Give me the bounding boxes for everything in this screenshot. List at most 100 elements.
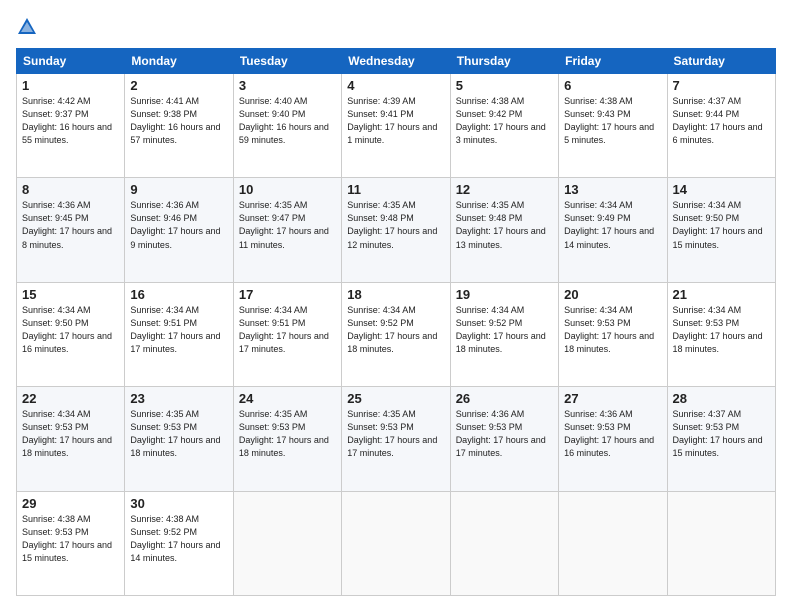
- calendar-cell: [233, 491, 341, 595]
- day-number: 26: [456, 391, 553, 406]
- day-number: 8: [22, 182, 119, 197]
- day-number: 25: [347, 391, 444, 406]
- day-number: 10: [239, 182, 336, 197]
- day-info: Sunrise: 4:38 AMSunset: 9:42 PMDaylight:…: [456, 96, 546, 145]
- day-info: Sunrise: 4:36 AMSunset: 9:46 PMDaylight:…: [130, 200, 220, 249]
- calendar-cell: 2 Sunrise: 4:41 AMSunset: 9:38 PMDayligh…: [125, 74, 233, 178]
- week-row-3: 15 Sunrise: 4:34 AMSunset: 9:50 PMDaylig…: [17, 282, 776, 386]
- day-info: Sunrise: 4:42 AMSunset: 9:37 PMDaylight:…: [22, 96, 112, 145]
- col-header-wednesday: Wednesday: [342, 49, 450, 74]
- calendar-cell: 29 Sunrise: 4:38 AMSunset: 9:53 PMDaylig…: [17, 491, 125, 595]
- day-info: Sunrise: 4:36 AMSunset: 9:53 PMDaylight:…: [564, 409, 654, 458]
- day-info: Sunrise: 4:35 AMSunset: 9:48 PMDaylight:…: [347, 200, 437, 249]
- day-info: Sunrise: 4:34 AMSunset: 9:51 PMDaylight:…: [130, 305, 220, 354]
- day-info: Sunrise: 4:34 AMSunset: 9:52 PMDaylight:…: [456, 305, 546, 354]
- day-info: Sunrise: 4:34 AMSunset: 9:53 PMDaylight:…: [564, 305, 654, 354]
- day-number: 1: [22, 78, 119, 93]
- calendar-cell: 15 Sunrise: 4:34 AMSunset: 9:50 PMDaylig…: [17, 282, 125, 386]
- week-row-5: 29 Sunrise: 4:38 AMSunset: 9:53 PMDaylig…: [17, 491, 776, 595]
- day-info: Sunrise: 4:34 AMSunset: 9:50 PMDaylight:…: [22, 305, 112, 354]
- day-number: 15: [22, 287, 119, 302]
- day-number: 22: [22, 391, 119, 406]
- calendar-cell: 16 Sunrise: 4:34 AMSunset: 9:51 PMDaylig…: [125, 282, 233, 386]
- day-number: 11: [347, 182, 444, 197]
- col-header-saturday: Saturday: [667, 49, 775, 74]
- day-info: Sunrise: 4:38 AMSunset: 9:43 PMDaylight:…: [564, 96, 654, 145]
- day-number: 9: [130, 182, 227, 197]
- day-info: Sunrise: 4:35 AMSunset: 9:53 PMDaylight:…: [347, 409, 437, 458]
- day-number: 19: [456, 287, 553, 302]
- calendar-cell: 11 Sunrise: 4:35 AMSunset: 9:48 PMDaylig…: [342, 178, 450, 282]
- day-info: Sunrise: 4:34 AMSunset: 9:51 PMDaylight:…: [239, 305, 329, 354]
- calendar-cell: 5 Sunrise: 4:38 AMSunset: 9:42 PMDayligh…: [450, 74, 558, 178]
- header: [16, 16, 776, 38]
- day-info: Sunrise: 4:35 AMSunset: 9:53 PMDaylight:…: [130, 409, 220, 458]
- calendar-cell: 13 Sunrise: 4:34 AMSunset: 9:49 PMDaylig…: [559, 178, 667, 282]
- day-info: Sunrise: 4:36 AMSunset: 9:45 PMDaylight:…: [22, 200, 112, 249]
- calendar-cell: 3 Sunrise: 4:40 AMSunset: 9:40 PMDayligh…: [233, 74, 341, 178]
- col-header-thursday: Thursday: [450, 49, 558, 74]
- day-number: 14: [673, 182, 770, 197]
- day-info: Sunrise: 4:36 AMSunset: 9:53 PMDaylight:…: [456, 409, 546, 458]
- day-number: 30: [130, 496, 227, 511]
- day-number: 20: [564, 287, 661, 302]
- calendar-cell: 20 Sunrise: 4:34 AMSunset: 9:53 PMDaylig…: [559, 282, 667, 386]
- page: SundayMondayTuesdayWednesdayThursdayFrid…: [0, 0, 792, 612]
- day-info: Sunrise: 4:34 AMSunset: 9:50 PMDaylight:…: [673, 200, 763, 249]
- day-info: Sunrise: 4:35 AMSunset: 9:53 PMDaylight:…: [239, 409, 329, 458]
- calendar-cell: 23 Sunrise: 4:35 AMSunset: 9:53 PMDaylig…: [125, 387, 233, 491]
- day-number: 12: [456, 182, 553, 197]
- day-info: Sunrise: 4:34 AMSunset: 9:53 PMDaylight:…: [22, 409, 112, 458]
- calendar-cell: 30 Sunrise: 4:38 AMSunset: 9:52 PMDaylig…: [125, 491, 233, 595]
- day-info: Sunrise: 4:34 AMSunset: 9:52 PMDaylight:…: [347, 305, 437, 354]
- calendar-cell: 1 Sunrise: 4:42 AMSunset: 9:37 PMDayligh…: [17, 74, 125, 178]
- day-number: 6: [564, 78, 661, 93]
- calendar-cell: [342, 491, 450, 595]
- day-number: 7: [673, 78, 770, 93]
- day-number: 16: [130, 287, 227, 302]
- calendar-cell: 18 Sunrise: 4:34 AMSunset: 9:52 PMDaylig…: [342, 282, 450, 386]
- day-info: Sunrise: 4:37 AMSunset: 9:44 PMDaylight:…: [673, 96, 763, 145]
- week-row-1: 1 Sunrise: 4:42 AMSunset: 9:37 PMDayligh…: [17, 74, 776, 178]
- day-number: 21: [673, 287, 770, 302]
- day-info: Sunrise: 4:34 AMSunset: 9:49 PMDaylight:…: [564, 200, 654, 249]
- day-info: Sunrise: 4:39 AMSunset: 9:41 PMDaylight:…: [347, 96, 437, 145]
- calendar-cell: 8 Sunrise: 4:36 AMSunset: 9:45 PMDayligh…: [17, 178, 125, 282]
- day-number: 23: [130, 391, 227, 406]
- day-info: Sunrise: 4:41 AMSunset: 9:38 PMDaylight:…: [130, 96, 220, 145]
- calendar-cell: 22 Sunrise: 4:34 AMSunset: 9:53 PMDaylig…: [17, 387, 125, 491]
- week-row-2: 8 Sunrise: 4:36 AMSunset: 9:45 PMDayligh…: [17, 178, 776, 282]
- calendar-cell: 14 Sunrise: 4:34 AMSunset: 9:50 PMDaylig…: [667, 178, 775, 282]
- calendar-cell: 7 Sunrise: 4:37 AMSunset: 9:44 PMDayligh…: [667, 74, 775, 178]
- week-row-4: 22 Sunrise: 4:34 AMSunset: 9:53 PMDaylig…: [17, 387, 776, 491]
- col-header-tuesday: Tuesday: [233, 49, 341, 74]
- calendar-cell: [450, 491, 558, 595]
- day-number: 5: [456, 78, 553, 93]
- calendar-cell: [559, 491, 667, 595]
- calendar-cell: 21 Sunrise: 4:34 AMSunset: 9:53 PMDaylig…: [667, 282, 775, 386]
- calendar-cell: 24 Sunrise: 4:35 AMSunset: 9:53 PMDaylig…: [233, 387, 341, 491]
- calendar-cell: 25 Sunrise: 4:35 AMSunset: 9:53 PMDaylig…: [342, 387, 450, 491]
- col-header-monday: Monday: [125, 49, 233, 74]
- calendar-cell: 4 Sunrise: 4:39 AMSunset: 9:41 PMDayligh…: [342, 74, 450, 178]
- logo: [16, 16, 40, 38]
- day-info: Sunrise: 4:38 AMSunset: 9:53 PMDaylight:…: [22, 514, 112, 563]
- calendar-cell: 6 Sunrise: 4:38 AMSunset: 9:43 PMDayligh…: [559, 74, 667, 178]
- calendar-cell: 19 Sunrise: 4:34 AMSunset: 9:52 PMDaylig…: [450, 282, 558, 386]
- col-header-friday: Friday: [559, 49, 667, 74]
- calendar-cell: 9 Sunrise: 4:36 AMSunset: 9:46 PMDayligh…: [125, 178, 233, 282]
- day-info: Sunrise: 4:35 AMSunset: 9:47 PMDaylight:…: [239, 200, 329, 249]
- calendar-cell: [667, 491, 775, 595]
- day-number: 18: [347, 287, 444, 302]
- day-number: 4: [347, 78, 444, 93]
- day-number: 27: [564, 391, 661, 406]
- calendar-table: SundayMondayTuesdayWednesdayThursdayFrid…: [16, 48, 776, 596]
- calendar-cell: 10 Sunrise: 4:35 AMSunset: 9:47 PMDaylig…: [233, 178, 341, 282]
- day-number: 28: [673, 391, 770, 406]
- day-info: Sunrise: 4:38 AMSunset: 9:52 PMDaylight:…: [130, 514, 220, 563]
- day-number: 13: [564, 182, 661, 197]
- calendar-cell: 26 Sunrise: 4:36 AMSunset: 9:53 PMDaylig…: [450, 387, 558, 491]
- calendar-cell: 12 Sunrise: 4:35 AMSunset: 9:48 PMDaylig…: [450, 178, 558, 282]
- calendar-cell: 17 Sunrise: 4:34 AMSunset: 9:51 PMDaylig…: [233, 282, 341, 386]
- calendar-cell: 28 Sunrise: 4:37 AMSunset: 9:53 PMDaylig…: [667, 387, 775, 491]
